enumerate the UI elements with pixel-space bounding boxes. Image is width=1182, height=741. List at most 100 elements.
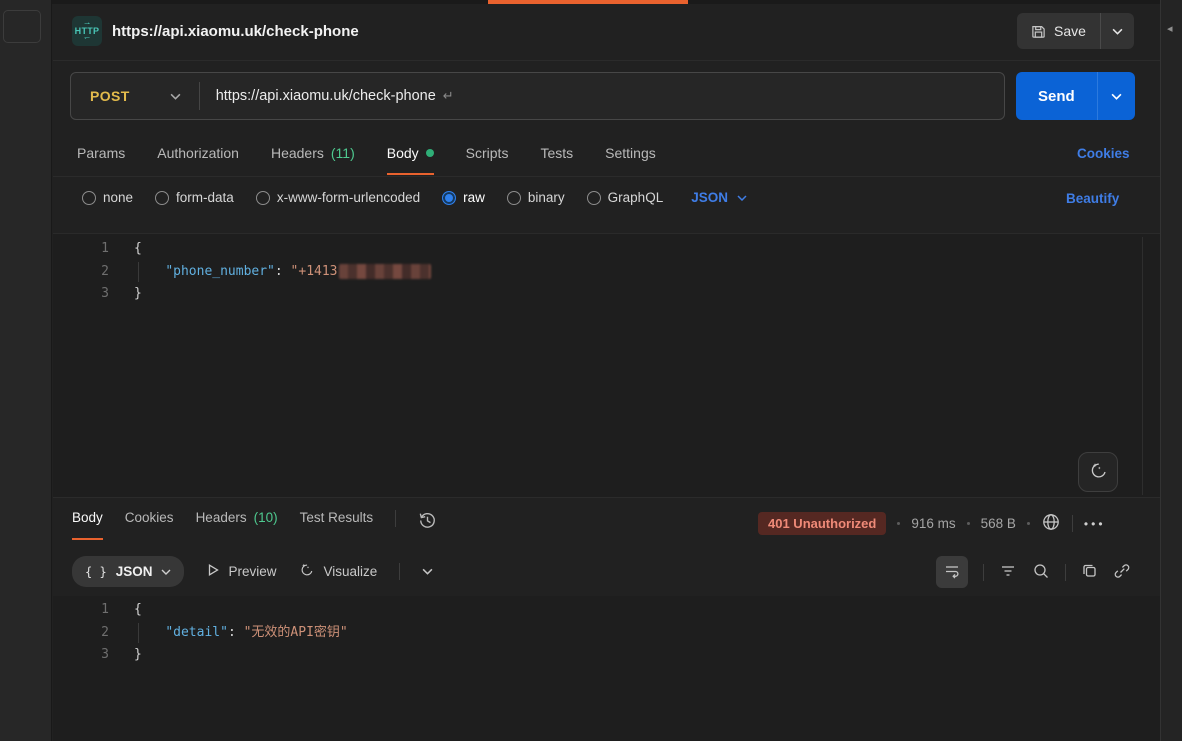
visualize-button[interactable]: Visualize [298,562,377,582]
response-history-button[interactable] [418,511,437,533]
code-line[interactable]: 1 { [53,599,1160,622]
response-tab-headers[interactable]: Headers(10) [196,510,278,540]
copy-button[interactable] [1081,562,1098,582]
header-divider [53,60,1160,61]
enter-key-hint: ↵ [443,88,454,103]
radio-icon [256,191,270,205]
network-info-button[interactable] [1041,512,1061,535]
mode-graphql[interactable]: GraphQL [587,190,664,205]
tab-headers[interactable]: Headers (11) [271,145,355,175]
search-icon [1032,562,1050,583]
chevron-down-icon [170,93,181,100]
save-options-button[interactable] [1100,13,1134,49]
mode-raw[interactable]: raw [442,190,485,205]
chevron-down-icon [422,568,433,575]
response-format-dropdown[interactable]: { } JSON [72,556,184,587]
left-sidebar-rail[interactable] [0,0,52,741]
send-button[interactable]: Send [1016,72,1097,120]
globe-icon [1041,512,1061,535]
search-button[interactable] [1032,562,1050,583]
beautify-link[interactable]: Beautify [1066,191,1119,206]
json-key: "phone_number" [165,261,275,284]
mode-form-data[interactable]: form-data [155,190,234,205]
postbot-button[interactable] [1078,452,1118,492]
tab-body[interactable]: Body [387,145,434,175]
url-value: https://api.xiaomu.uk/check-phone [216,88,436,104]
url-input[interactable]: https://api.xiaomu.uk/check-phone ↵ [200,88,454,104]
tab-scripts[interactable]: Scripts [466,145,509,175]
line-number: 3 [53,644,109,667]
method-selector[interactable]: POST [71,88,199,104]
tab-settings[interactable]: Settings [605,145,656,175]
response-body-editor[interactable]: 1 { 2 "detail": "无效的API密钥" 3 } [53,596,1160,741]
code-line[interactable]: 2 "detail": "无效的API密钥" [53,622,1160,645]
format-collapse-chevron[interactable] [422,568,433,575]
visualize-label: Visualize [323,564,377,579]
icons-vertical-divider [1065,564,1066,581]
separator-dot [967,522,970,525]
response-time[interactable]: 916 ms [911,516,955,531]
tab-params[interactable]: Params [77,145,125,175]
mode-label: x-www-form-urlencoded [277,190,420,205]
mode-label: form-data [176,190,234,205]
tab-label: Headers [271,145,324,161]
redacted-phone-blur [339,264,431,279]
wrap-text-button[interactable] [936,556,968,588]
headers-count: (11) [331,145,355,161]
code-token: : [275,261,291,284]
http-method-icon: ⇀ HTTP ↽ [72,16,102,46]
right-sidebar-rail[interactable] [1160,0,1182,741]
tab-label: Authorization [157,145,239,161]
raw-language-label: JSON [691,190,728,205]
cookies-link[interactable]: Cookies [1077,146,1130,161]
tabs-vertical-divider [395,510,396,527]
tab-label: Tests [540,145,573,161]
code-token: : [228,622,244,645]
line-number: 3 [53,283,109,306]
request-body-editor[interactable]: 1 { 2 "phone_number": "+1413 3 } [53,233,1160,497]
line-number: 2 [53,261,109,284]
mode-x-www-form-urlencoded[interactable]: x-www-form-urlencoded [256,190,420,205]
sidebar-collapsed-item[interactable] [3,10,41,43]
radio-icon [155,191,169,205]
more-options-icon[interactable]: ••• [1084,517,1106,531]
tab-label: Scripts [466,145,509,161]
response-tab-cookies[interactable]: Cookies [125,510,174,540]
tab-label: Headers [196,510,247,525]
radio-icon [587,191,601,205]
mode-binary[interactable]: binary [507,190,565,205]
link-button[interactable] [1113,562,1131,583]
save-label: Save [1054,23,1086,39]
status-badge[interactable]: 401 Unauthorized [758,512,886,535]
code-line[interactable]: 2 "phone_number": "+1413 [53,261,1160,284]
send-options-button[interactable] [1097,72,1135,120]
code-line[interactable]: 3 } [53,644,1160,667]
panel-collapse-arrow-icon[interactable]: ◂ [1167,22,1173,35]
line-number: 1 [53,599,109,622]
filter-button[interactable] [999,562,1017,583]
code-line[interactable]: 3 } [53,283,1160,306]
json-value: "+1413 [291,261,338,284]
response-size[interactable]: 568 B [981,516,1016,531]
json-key: "detail" [165,622,228,645]
rest-client-window: ◂ ⇀ HTTP ↽ https://api.xiaomu.uk/check-p… [0,0,1182,741]
raw-language-dropdown[interactable]: JSON [691,190,747,205]
tab-authorization[interactable]: Authorization [157,145,239,175]
chevron-down-icon [1111,93,1122,100]
icons-vertical-divider [983,564,984,581]
mode-label: none [103,190,133,205]
body-mode-selector: none form-data x-www-form-urlencoded raw… [82,190,747,205]
response-tab-test-results[interactable]: Test Results [300,510,374,540]
response-editor-actions [936,556,1131,588]
save-button[interactable]: Save [1017,13,1100,49]
response-tab-body[interactable]: Body [72,510,103,540]
preview-button[interactable]: Preview [206,563,276,580]
mode-none[interactable]: none [82,190,133,205]
editor-scrollbar-track[interactable] [1142,237,1143,495]
code-line[interactable]: 1 { [53,238,1160,261]
request-url-bar: POST https://api.xiaomu.uk/check-phone ↵ [70,72,1005,120]
toolbar-vertical-divider [399,563,400,580]
tab-label: Body [387,145,419,161]
tab-tests[interactable]: Tests [540,145,573,175]
mode-label: GraphQL [608,190,664,205]
